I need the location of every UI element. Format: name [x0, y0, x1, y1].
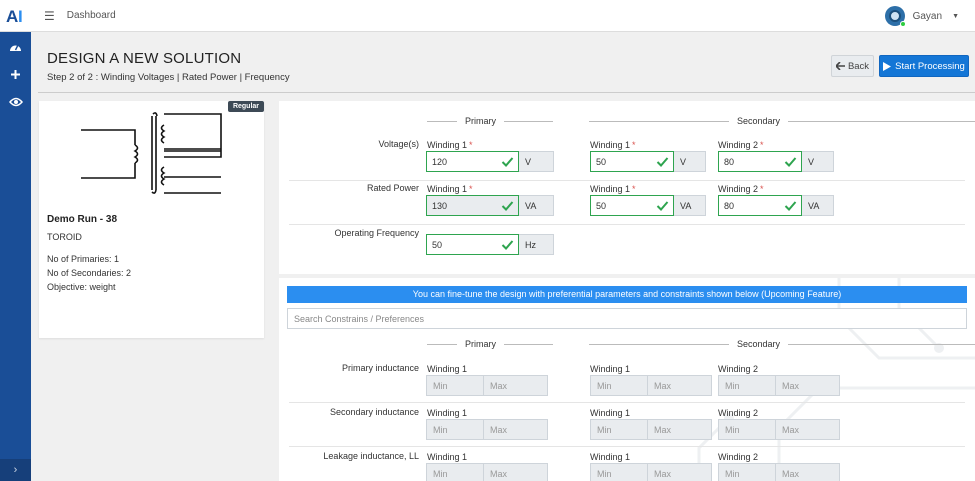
check-icon — [501, 157, 514, 167]
winding-label: Winding 1 — [427, 364, 468, 374]
power-primary-winding-1-label: Winding 1 * — [427, 184, 473, 194]
start-processing-label: Start Processing — [895, 60, 965, 72]
page-title: DESIGN A NEW SOLUTION — [47, 50, 242, 67]
play-icon — [883, 61, 892, 71]
user-name: Gayan — [912, 10, 943, 22]
svg-text:I: I — [18, 7, 23, 26]
winding-label: Winding 2 — [718, 364, 759, 374]
voltage-secondary-winding-1-label: Winding 1 * — [590, 140, 636, 150]
back-button-label: Back — [847, 60, 870, 72]
voltage-primary-winding-1-label: Winding 1 * — [427, 140, 473, 150]
frequency-label: Operating Frequency — [334, 228, 419, 238]
constraints-secondary-heading: Secondary — [589, 339, 975, 349]
constraints-primary-heading: Primary — [427, 339, 553, 349]
frequency-input[interactable]: 50 Hz — [426, 234, 554, 255]
speedometer-icon[interactable] — [0, 32, 31, 60]
breadcrumb[interactable]: Dashboard — [67, 10, 116, 21]
start-processing-button[interactable]: Start Processing — [879, 55, 969, 77]
upcoming-feature-banner: You can fine-tune the design with prefer… — [287, 286, 967, 303]
arrow-left-icon — [835, 62, 845, 70]
power-primary-winding-1-input[interactable]: 130 VA — [426, 195, 554, 216]
objective: Objective: weight — [47, 282, 116, 292]
winding-label: Winding 2 — [718, 452, 759, 462]
winding-label: Winding 1 — [427, 452, 468, 462]
voltage-secondary-winding-2-label: Winding 2 * — [718, 140, 764, 150]
menu-toggle-icon[interactable]: ☰ — [44, 9, 55, 23]
voltage-primary-winding-1-input[interactable]: 120 V — [426, 151, 554, 172]
power-secondary-winding-1-label: Winding 1 * — [590, 184, 636, 194]
rated-power-label: Rated Power — [366, 183, 419, 193]
min-max-input[interactable]: Min Max — [590, 375, 712, 396]
min-max-input[interactable]: Min Max — [718, 375, 840, 396]
back-button[interactable]: Back — [831, 55, 874, 77]
eye-icon[interactable] — [0, 88, 31, 116]
power-secondary-winding-1-input[interactable]: 50 VA — [590, 195, 706, 216]
secondaries-count: No of Secondaries: 2 — [47, 268, 132, 278]
ratings-panel: Primary Secondary Voltage(s) Winding 1 * … — [279, 101, 975, 274]
winding-label: Winding 1 — [590, 452, 631, 462]
min-max-input[interactable]: Min Max — [426, 463, 548, 481]
top-navbar: A I ☰ Dashboard Gayan ▼ — [0, 0, 975, 32]
page-subtitle: Step 2 of 2 : Winding Voltages | Rated P… — [47, 72, 290, 83]
primary-heading: Primary — [427, 116, 553, 126]
constraint-label: Leakage inductance, LL — [323, 451, 419, 461]
main-content: DESIGN A NEW SOLUTION Step 2 of 2 : Wind… — [38, 37, 975, 481]
check-icon — [656, 201, 669, 211]
min-max-input[interactable]: Min Max — [426, 419, 548, 440]
avatar — [884, 6, 906, 27]
caret-down-icon: ▼ — [952, 12, 959, 20]
voltage-secondary-winding-2-input[interactable]: 80 V — [718, 151, 834, 172]
sidebar: › — [0, 32, 31, 481]
min-max-input[interactable]: Min Max — [718, 463, 840, 481]
constraints-search-input[interactable]: Search Constrains / Preferences — [287, 308, 967, 329]
plan-badge: Regular — [227, 101, 264, 112]
user-menu[interactable]: Gayan ▼ — [884, 6, 959, 27]
min-max-input[interactable]: Min Max — [590, 419, 712, 440]
winding-label: Winding 1 — [590, 408, 631, 418]
voltage-secondary-winding-1-input[interactable]: 50 V — [590, 151, 706, 172]
check-icon — [784, 157, 797, 167]
solution-card: Regular Demo Run - 38 TOROID No of Prima… — [39, 101, 264, 338]
power-secondary-winding-2-label: Winding 2 * — [718, 184, 764, 194]
check-icon — [501, 201, 514, 211]
voltage-label: Voltage(s) — [378, 139, 419, 149]
winding-label: Winding 2 — [718, 408, 759, 418]
constraint-label: Secondary inductance — [329, 407, 419, 417]
power-secondary-winding-2-input[interactable]: 80 VA — [718, 195, 834, 216]
winding-label: Winding 1 — [590, 364, 631, 374]
sidebar-expand-toggle[interactable]: › — [0, 459, 31, 481]
check-icon — [501, 240, 514, 250]
min-max-input[interactable]: Min Max — [590, 463, 712, 481]
svg-text:A: A — [6, 7, 18, 26]
app-logo[interactable]: A I — [0, 0, 31, 32]
solution-name: Demo Run - 38 — [47, 214, 118, 225]
plus-icon[interactable] — [0, 60, 31, 88]
page-header: DESIGN A NEW SOLUTION Step 2 of 2 : Wind… — [38, 37, 975, 93]
check-icon — [784, 201, 797, 211]
primaries-count: No of Primaries: 1 — [47, 254, 120, 264]
solution-type: TOROID — [47, 232, 82, 242]
secondary-heading: Secondary — [589, 116, 975, 126]
constraints-panel: You can fine-tune the design with prefer… — [279, 278, 975, 481]
min-max-input[interactable]: Min Max — [426, 375, 548, 396]
constraint-label: Primary inductance — [341, 363, 419, 373]
check-icon — [656, 157, 669, 167]
transformer-diagram: Regular — [39, 101, 264, 204]
min-max-input[interactable]: Min Max — [718, 419, 840, 440]
online-status-dot — [899, 21, 906, 27]
winding-label: Winding 1 — [427, 408, 468, 418]
